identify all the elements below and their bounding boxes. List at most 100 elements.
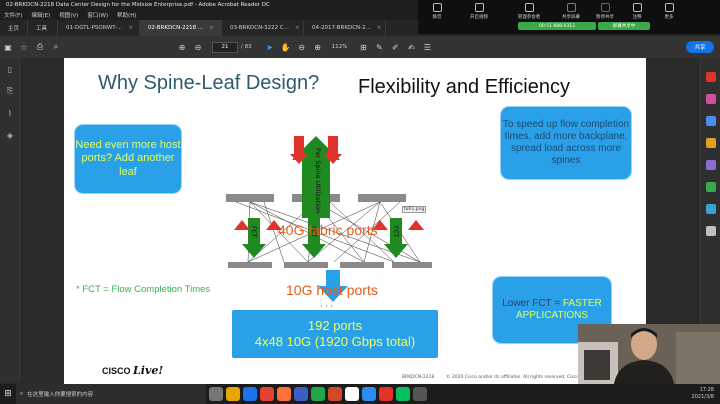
video-icon <box>474 3 484 12</box>
sign-icon[interactable]: ✍ <box>403 43 419 52</box>
session-code: BRKDCN-2218 <box>402 375 435 380</box>
layers-icon[interactable]: ◈ <box>0 124 20 146</box>
close-icon[interactable]: × <box>128 25 133 31</box>
arrow-up-label: Per Spine Utilization <box>314 148 322 213</box>
menu-edit[interactable]: 编辑(E) <box>31 11 50 19</box>
leaf-switch-2 <box>284 262 328 268</box>
presenter-video-frame <box>578 324 720 384</box>
system-clock[interactable]: 17:28 2021/3/8 <box>692 387 714 401</box>
page-down-icon[interactable]: ⊖ <box>190 43 206 52</box>
tab-document-04[interactable]: 04-2017-BRKDCN-2... × <box>304 20 386 36</box>
cisco-live-logo: CISCO Live! <box>102 364 164 377</box>
slide-subtitle: Flexibility and Efficiency <box>358 76 570 98</box>
page-thumbnails-icon[interactable]: ▯ <box>0 58 20 80</box>
excel-icon[interactable] <box>311 387 325 401</box>
slide-title: Why Spine-Leaf Design? <box>98 72 320 94</box>
search-icon: ⌕ <box>20 390 24 397</box>
mute-button[interactable]: 静音 <box>422 3 452 20</box>
fill-sign-icon[interactable] <box>706 182 716 192</box>
export-pdf-icon[interactable] <box>706 72 716 82</box>
save-icon[interactable]: ▣ <box>0 43 16 52</box>
hand-tool-icon[interactable]: ✋ <box>278 43 294 52</box>
page-up-icon[interactable]: ⊕ <box>174 43 190 52</box>
meeting-app-icon[interactable] <box>362 387 376 401</box>
zoom-in-icon[interactable]: ⊕ <box>310 43 326 52</box>
edit-pdf-icon[interactable] <box>706 116 716 126</box>
pdf-page: Why Spine-Leaf Design? Flexibility and E… <box>64 58 646 384</box>
pause-share-button[interactable]: 暂停共享 <box>590 3 620 20</box>
bookmarks-icon[interactable]: ⎘ <box>0 80 20 102</box>
participants-button[interactable]: 管理参会者 <box>514 3 544 20</box>
notepad-icon[interactable] <box>345 387 359 401</box>
copyright-notice: © 2020 Cisco and/or its affiliates. All … <box>446 375 594 380</box>
menu-file[interactable]: 文件(F) <box>4 11 22 19</box>
share-screen-button[interactable]: 共享屏幕 <box>556 3 586 20</box>
attachments-icon[interactable]: ⌇ <box>0 102 20 124</box>
window-title: 02-BRKDCN-2218 Data Center Design for th… <box>6 2 270 8</box>
task-view-icon[interactable] <box>209 387 223 401</box>
tab-tools[interactable]: 工具 <box>28 20 58 36</box>
organize-pages-icon[interactable] <box>706 160 716 170</box>
leaf-switch-3 <box>340 262 384 268</box>
spine-switch-1 <box>226 194 274 202</box>
send-icon[interactable] <box>706 204 716 214</box>
more-tools-icon[interactable]: ☰ <box>419 43 435 52</box>
tab-document-03[interactable]: 03-BRKDCN-3222 C... × <box>222 20 304 36</box>
share-button[interactable]: 共享 <box>686 41 714 53</box>
settings-gear-icon[interactable] <box>413 387 427 401</box>
annotate-button[interactable]: 注释 <box>622 3 652 20</box>
start-video-button[interactable]: 开启视频 <box>464 3 494 20</box>
page-number-input[interactable]: 21 <box>212 41 238 53</box>
fabric-ports-label: 40G fabric ports <box>278 222 378 238</box>
bookmark-star-icon[interactable]: ☆ <box>16 43 32 52</box>
windows-taskbar: ⊞ ⌕ 在这里输入你要搜索的内容 17:28 2021/3/8 <box>0 384 720 404</box>
port-count-box: 192 ports 4x48 10G (1920 Gbps total) <box>232 310 438 358</box>
leaf-switch-1 <box>228 262 272 268</box>
add-spine-callout: To speed up flow completion times, add m… <box>500 106 632 180</box>
fct-definition: * FCT = Flow Completion Times <box>76 284 211 295</box>
fct-label-3: FCT <box>392 226 399 238</box>
more-tools-icon[interactable] <box>706 226 716 236</box>
wechat-icon[interactable] <box>396 387 410 401</box>
powerpoint-icon[interactable] <box>328 387 342 401</box>
search-icon[interactable]: ⌕ <box>48 42 64 52</box>
close-icon[interactable]: × <box>377 25 382 31</box>
comment-tool-icon[interactable] <box>706 138 716 148</box>
firefox-icon[interactable] <box>277 387 291 401</box>
comment-icon[interactable]: ✎ <box>371 43 387 52</box>
meeting-control-bar: 静音 开启视频 管理参会者 共享屏幕 暂停共享 注释 更多 00:51 888-… <box>418 0 720 34</box>
tab-document-01[interactable]: 01-DGTL-PSONWT-... × <box>58 20 140 36</box>
menu-help[interactable]: 帮助(H) <box>117 11 136 19</box>
page-total: / 83 <box>241 44 252 50</box>
zoom-out-icon[interactable]: ⊖ <box>294 43 310 52</box>
fct-down-arrow-3 <box>384 218 408 258</box>
zoom-level[interactable]: 112% <box>332 44 348 50</box>
leaf-red-arrow-4 <box>408 220 424 230</box>
close-icon[interactable]: × <box>295 25 300 31</box>
annotate-icon <box>632 3 642 12</box>
taskbar-search-input[interactable]: ⌕ 在这里输入你要搜索的内容 <box>16 384 206 404</box>
chrome-browser-icon[interactable] <box>260 387 274 401</box>
file-explorer-icon[interactable] <box>226 387 240 401</box>
highlight-icon[interactable]: ✐ <box>387 43 403 52</box>
tab-home[interactable]: 主页 <box>0 20 28 36</box>
word-icon[interactable] <box>294 387 308 401</box>
windows-start-icon[interactable]: ⊞ <box>0 384 16 404</box>
close-icon[interactable]: × <box>209 25 214 31</box>
fct-label-1: FCT <box>250 226 257 238</box>
meeting-status-badge: 00:51 888-0312 <box>518 22 596 30</box>
menu-window[interactable]: 窗口(W) <box>87 11 108 19</box>
tab-document-02[interactable]: 02-BRKDCN-2218 ... × <box>140 20 222 36</box>
acrobat-toolbar: ▣ ☆ ⎙ ⌕ ⊕ ⊖ 21 / 83 ➤ ✋ ⊖ ⊕ 112% ⊞ ✎ ✐ ✍… <box>0 36 720 58</box>
fit-page-icon[interactable]: ⊞ <box>355 43 371 52</box>
create-pdf-icon[interactable] <box>706 94 716 104</box>
select-cursor-icon[interactable]: ➤ <box>262 43 278 52</box>
menu-view[interactable]: 视图(V) <box>59 11 78 19</box>
edge-browser-icon[interactable] <box>243 387 257 401</box>
webcam-video-feed <box>578 324 720 384</box>
participants-icon <box>524 3 534 12</box>
print-icon[interactable]: ⎙ <box>32 42 48 52</box>
more-button[interactable]: 更多 <box>654 3 684 20</box>
acrobat-reader-icon[interactable] <box>379 387 393 401</box>
more-icon <box>664 3 674 12</box>
